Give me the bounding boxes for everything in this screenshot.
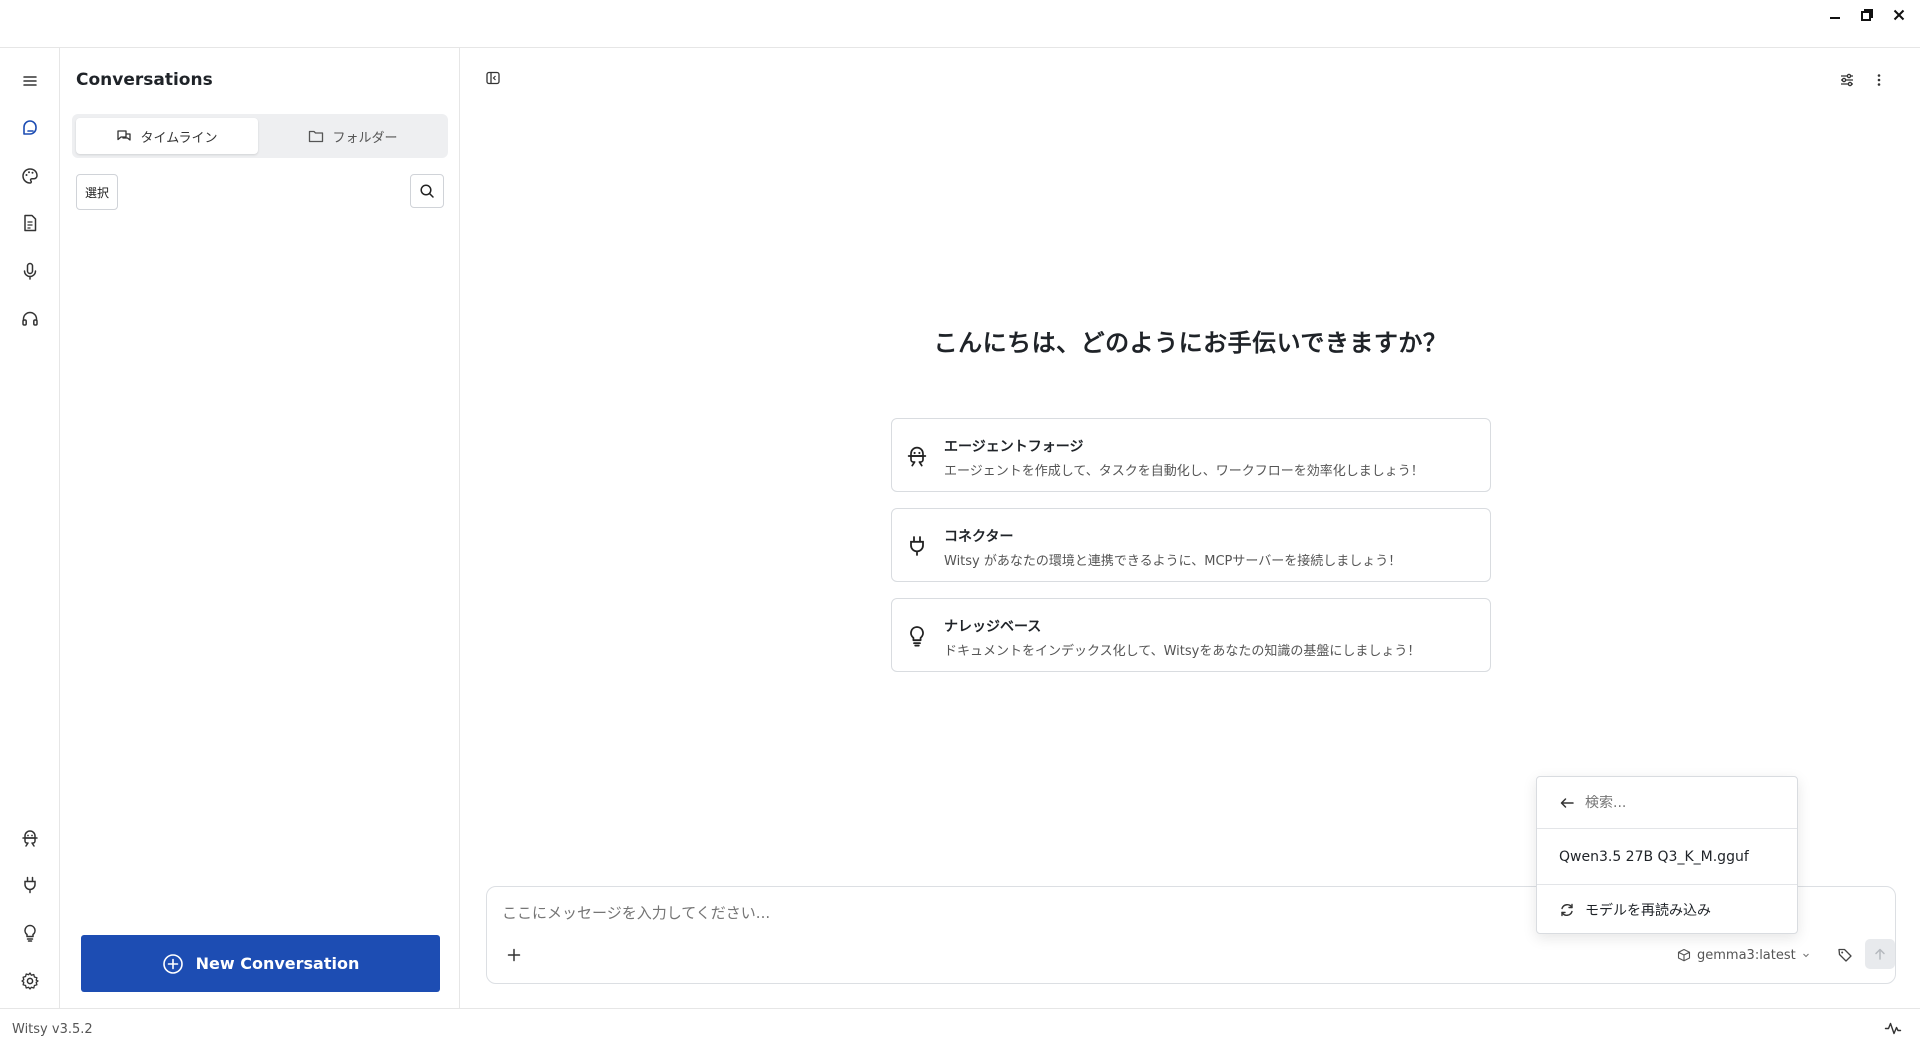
- knowledge-base-card[interactable]: ナレッジベース ドキュメントをインデックス化して、Witsyをあなたの知識の基盤…: [891, 598, 1491, 672]
- welcome-heading: こんにちは、どのようにお手伝いできますか？: [933, 329, 1448, 357]
- arrow-left-icon[interactable]: [1559, 795, 1575, 811]
- tab-folders-label: フォルダー: [332, 130, 398, 146]
- select-button[interactable]: 選択: [76, 174, 118, 210]
- kebab-menu-icon: [1877, 74, 1881, 86]
- robot-icon: [907, 446, 927, 467]
- gear-icon: [21, 972, 39, 990]
- refresh-icon: [1561, 903, 1573, 917]
- app-version: Witsy v3.5.2: [12, 1022, 93, 1037]
- sidebar-title: Conversations: [76, 70, 213, 90]
- rail-dictation-button[interactable]: [15, 256, 45, 286]
- close-icon: [1893, 9, 1905, 21]
- palette-icon: [22, 168, 38, 184]
- minimize-icon: [1830, 17, 1840, 19]
- send-button[interactable]: [1865, 939, 1895, 969]
- card-icon: [902, 441, 932, 471]
- new-conversation-label: New Conversation: [195, 954, 360, 973]
- rail-settings-button[interactable]: [15, 966, 45, 996]
- message-input[interactable]: [502, 904, 1502, 922]
- plug-icon: [24, 876, 36, 894]
- tab-folders[interactable]: フォルダー: [262, 118, 444, 154]
- restore-icon: [1861, 9, 1873, 21]
- chat-settings-button[interactable]: [1833, 66, 1861, 94]
- reload-models-label: モデルを再読み込み: [1585, 903, 1711, 919]
- prompt-tools-button[interactable]: [1832, 942, 1858, 968]
- arrow-up-icon: [1875, 948, 1885, 960]
- hamburger-icon: [23, 76, 37, 86]
- card-title: エージェントフォージ: [944, 439, 1084, 455]
- rail-menu-button[interactable]: [15, 66, 45, 96]
- rail-chat-button[interactable]: [15, 114, 45, 144]
- new-conversation-button[interactable]: New Conversation: [81, 935, 440, 992]
- chevron-down-icon: [1802, 953, 1809, 958]
- card-description: ドキュメントをインデックス化して、Witsyをあなたの知識の基盤にしましょう！: [944, 644, 1421, 659]
- title-bar: [0, 0, 1920, 48]
- minimize-button[interactable]: [1824, 4, 1846, 26]
- status-bar: Witsy v3.5.2: [0, 1008, 1920, 1048]
- activity-icon: [1884, 1022, 1902, 1035]
- rail-docrepo-button[interactable]: [15, 918, 45, 948]
- plus-circle-icon: [162, 953, 183, 974]
- card-description: エージェントを作成して、タスクを自動化し、ワークフローを効率化しましょう！: [944, 464, 1424, 479]
- plug-icon: [910, 536, 924, 556]
- cube-icon: [1677, 948, 1691, 962]
- toggle-sidebar-button[interactable]: [479, 64, 507, 92]
- connectors-card[interactable]: コネクター Witsy があなたの環境と連携できるように、MCPサーバーを接続し…: [891, 508, 1491, 582]
- card-description: Witsy があなたの環境と連携できるように、MCPサーバーを接続しましょう！: [944, 554, 1402, 569]
- rail-agents-button[interactable]: [15, 823, 45, 853]
- model-search-row: [1537, 777, 1797, 829]
- reload-models-button[interactable]: モデルを再読み込み: [1537, 885, 1797, 935]
- headset-icon: [22, 311, 38, 326]
- lightbulb-icon: [910, 626, 924, 647]
- activity-button[interactable]: [1884, 1019, 1902, 1041]
- agent-forge-card[interactable]: エージェントフォージ エージェントを作成して、タスクを自動化し、ワークフローを効…: [891, 418, 1491, 492]
- rail-mcp-button[interactable]: [15, 870, 45, 900]
- card-icon: [902, 621, 932, 651]
- card-icon: [902, 531, 932, 561]
- model-search-input[interactable]: [1585, 794, 1785, 811]
- search-icon: [420, 184, 434, 198]
- robot-icon: [22, 830, 38, 847]
- attach-button[interactable]: [501, 942, 527, 968]
- lightbulb-icon: [24, 924, 36, 942]
- more-options-button[interactable]: [1865, 66, 1893, 94]
- microphone-icon: [23, 262, 37, 280]
- search-button[interactable]: [410, 174, 444, 208]
- close-button[interactable]: [1888, 4, 1910, 26]
- sidebar-collapse-icon: [486, 71, 500, 85]
- tab-timeline[interactable]: タイムライン: [76, 118, 258, 154]
- plus-icon: [507, 948, 521, 962]
- rail-scratchpad-button[interactable]: [15, 208, 45, 238]
- window-controls: [1824, 4, 1910, 26]
- rail-design-button[interactable]: [15, 161, 45, 191]
- sidebar-tabs: タイムライン フォルダー: [72, 114, 448, 158]
- model-dropdown: Qwen3.5 27B Q3_K_M.gguf モデルを再読み込み: [1536, 776, 1798, 934]
- model-selector[interactable]: gemma3:latest: [1677, 943, 1810, 967]
- nav-rail: [0, 48, 60, 1008]
- card-title: コネクター: [944, 529, 1014, 545]
- maximize-button[interactable]: [1856, 4, 1878, 26]
- sliders-icon: [1841, 73, 1853, 87]
- model-option[interactable]: Qwen3.5 27B Q3_K_M.gguf: [1537, 829, 1797, 885]
- tag-icon: [1838, 948, 1852, 962]
- document-icon: [24, 214, 37, 232]
- chat-bubbles-icon: [117, 130, 132, 141]
- model-name: gemma3:latest: [1697, 947, 1796, 963]
- card-title: ナレッジベース: [944, 619, 1042, 635]
- tab-timeline-label: タイムライン: [140, 130, 218, 146]
- rail-voice-button[interactable]: [15, 304, 45, 334]
- conversations-sidebar: Conversations タイムライン フォルダー 選択 New Conver…: [60, 48, 460, 1008]
- folder-icon: [309, 130, 324, 143]
- chat-bubble-icon: [23, 120, 37, 135]
